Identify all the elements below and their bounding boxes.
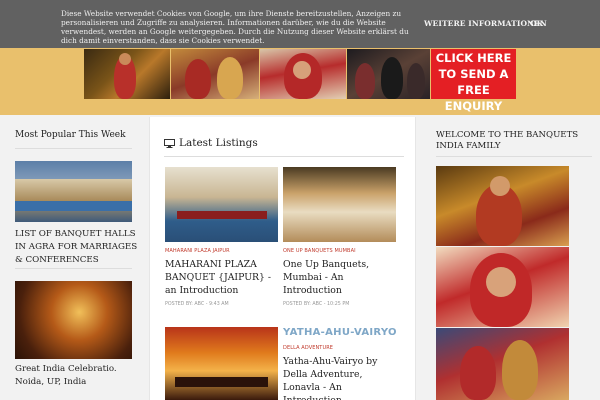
welcome-title: WELCOME TO THE BANQUETS INDIA FAMILY bbox=[436, 130, 579, 151]
more-info-link[interactable]: WEITERE INFORMATIONEN bbox=[424, 19, 547, 28]
header-banner[interactable]: CLICK HERE TO SEND A FREE ENQUIRY bbox=[84, 49, 516, 113]
category-label[interactable]: MAHARANI PLAZA JAIPUR bbox=[165, 248, 230, 254]
monitor-icon bbox=[164, 138, 175, 148]
divider bbox=[164, 156, 404, 157]
listing-thumb-oneup[interactable] bbox=[283, 167, 396, 242]
listing-title[interactable]: One Up Banquets, Mumbai - An Introductio… bbox=[283, 258, 399, 297]
popular-item-title[interactable]: Great India Celebratio. Noida, UP, India bbox=[15, 363, 140, 389]
category-label[interactable]: DELLA ADVENTURE bbox=[283, 345, 333, 351]
enquiry-line-1: CLICK HERE bbox=[435, 51, 512, 65]
popular-thumb-great-india[interactable] bbox=[15, 281, 132, 359]
listing-thumb-stage[interactable] bbox=[165, 327, 278, 400]
divider bbox=[15, 268, 132, 269]
post-meta: POSTED BY: ABC - 10:25 PM bbox=[283, 302, 350, 307]
cookie-text: Diese Website verwendet Cookies von Goog… bbox=[61, 9, 409, 45]
listing-title[interactable]: Yatha-Ahu-Vairyo by Della Adventure, Lon… bbox=[283, 355, 399, 400]
banner-photo-party bbox=[347, 49, 430, 99]
yatha-ahu-vairyo-logo[interactable]: YATHA-AHU-VAIRYO bbox=[283, 327, 399, 338]
enquiry-line-2: TO SEND A bbox=[438, 67, 509, 81]
divider bbox=[436, 156, 592, 157]
banner-photo-couple bbox=[171, 49, 259, 99]
enquiry-line-3: FREE ENQUIRY bbox=[444, 83, 503, 113]
post-meta: POSTED BY: ABC - 9:43 AM bbox=[165, 302, 229, 307]
popular-item-title[interactable]: LIST OF BANQUET HALLS IN AGRA FOR MARRIA… bbox=[15, 228, 140, 267]
category-label[interactable]: ONE UP BANQUETS MUMBAI bbox=[283, 248, 356, 254]
free-enquiry-button[interactable]: CLICK HERE TO SEND A FREE ENQUIRY bbox=[431, 49, 516, 113]
most-popular-title: Most Popular This Week bbox=[15, 130, 126, 140]
latest-listings-heading: Latest Listings bbox=[164, 137, 258, 149]
popular-thumb-agra[interactable] bbox=[15, 161, 132, 222]
banner-photo-bride-closeup bbox=[260, 49, 346, 99]
divider bbox=[15, 148, 132, 149]
cookie-bar: Diese Website verwendet Cookies von Goog… bbox=[0, 0, 600, 48]
couple-photo[interactable] bbox=[436, 328, 569, 400]
bride-photo-2[interactable] bbox=[436, 247, 569, 327]
latest-listings-title: Latest Listings bbox=[179, 137, 258, 149]
bride-photo-1[interactable] bbox=[436, 166, 569, 246]
listing-thumb-maharani[interactable] bbox=[165, 167, 278, 242]
cookie-ok-button[interactable]: OK bbox=[530, 19, 543, 28]
listing-title[interactable]: MAHARANI PLAZA BANQUET {JAIPUR} - an Int… bbox=[165, 258, 281, 297]
banner-photo-bride-lights bbox=[84, 49, 170, 99]
